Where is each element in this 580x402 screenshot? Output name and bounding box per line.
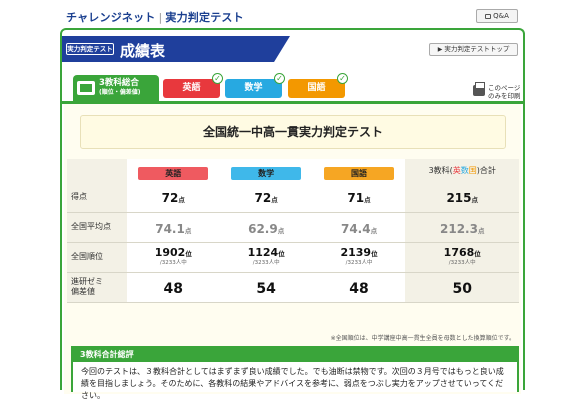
score-table: 英語 数学 国語 3教科(英数国)合計 得点 72点 72点 71点 215点 … — [67, 159, 519, 303]
math-header: 数学 — [231, 167, 302, 180]
dev-total: 50 — [452, 280, 472, 297]
main-panel: 実力判定テスト 成績表 ▶ 実力判定テストトップ 3教科総合 (順位・偏差値) 英… — [60, 28, 525, 400]
avg-total: 212.3 — [440, 221, 478, 236]
dev-english: 48 — [163, 280, 184, 297]
subject-tabs: 3教科総合 (順位・偏差値) 英語 ✓ 数学 ✓ 国語 ✓ このページ のみを印刷 — [73, 73, 521, 101]
printer-icon — [473, 82, 485, 96]
check-icon: ✓ — [274, 73, 285, 84]
total-header: 3教科(英数国)合計 — [405, 159, 519, 182]
score-japanese: 71 — [347, 191, 365, 206]
arrow-right-icon: ▶ — [437, 46, 443, 53]
test-tag: 実力判定テスト — [66, 43, 114, 55]
tab-total[interactable]: 3教科総合 (順位・偏差値) — [73, 75, 159, 101]
table-row: 全国順位 1902位/3233人中 1124位/3233人中 2139位/323… — [67, 242, 519, 273]
table-row: 全国平均点 74.1点 62.9点 74.4点 212.3点 — [67, 212, 519, 243]
rank-english: 1902 — [154, 246, 186, 259]
dev-japanese: 48 — [349, 280, 369, 297]
row-label-deviation: 進研ゼミ 偏差値 — [67, 272, 127, 303]
print-button[interactable]: このページ のみを印刷 — [473, 82, 524, 101]
rank-footnote: ※全国順位は、中学講座中高一貫生全員を母数とした換算順位です。 — [330, 335, 515, 342]
chart-icon — [77, 81, 95, 95]
row-label-rank: 全国順位 — [67, 242, 127, 273]
qa-button[interactable]: Q&A — [476, 9, 518, 23]
avg-english: 74.1 — [155, 221, 185, 236]
tab-english[interactable]: 英語 ✓ — [163, 73, 223, 98]
score-math: 72 — [254, 191, 272, 206]
table-row: 得点 72点 72点 71点 215点 — [67, 182, 519, 213]
check-icon: ✓ — [337, 73, 348, 84]
rank-math: 1124 — [247, 246, 279, 259]
score-total: 215 — [446, 191, 472, 206]
row-label-average: 全国平均点 — [67, 212, 127, 243]
check-icon: ✓ — [212, 73, 223, 84]
row-label-score: 得点 — [67, 182, 127, 213]
japanese-header: 国語 — [324, 167, 395, 180]
rank-japanese: 2139 — [340, 246, 372, 259]
page-title: 成績表 — [120, 42, 166, 60]
chat-icon — [485, 14, 492, 19]
rank-total: 1768 — [443, 246, 475, 259]
score-english: 72 — [161, 191, 179, 206]
english-header: 英語 — [138, 167, 209, 180]
test-top-link[interactable]: ▶ 実力判定テストトップ — [429, 43, 518, 56]
brand-logo[interactable]: チャレンジネット | 実力判定テスト — [66, 9, 244, 25]
table-row: 進研ゼミ 偏差値 48 54 48 50 — [67, 272, 519, 303]
title-bar: 実力判定テスト 成績表 — [62, 36, 290, 62]
dev-math: 54 — [256, 280, 276, 297]
table-header-row: 英語 数学 国語 3教科(英数国)合計 — [67, 159, 519, 182]
review-box: 3教科合計総評 今回のテストは、３教科合計としてはまずまず良い成績でした。でも油… — [71, 346, 519, 400]
avg-japanese: 74.4 — [340, 221, 371, 236]
tab-japanese[interactable]: 国語 ✓ — [288, 73, 348, 98]
review-heading: 3教科合計総評 — [73, 348, 517, 362]
tab-math[interactable]: 数学 ✓ — [225, 73, 285, 98]
avg-math: 62.9 — [248, 221, 278, 236]
review-text: 今回のテストは、３教科合計としてはまずまず良い成績でした。でも油断は禁物です。次… — [81, 367, 504, 400]
test-name-banner: 全国統一中高一貫実力判定テスト — [80, 115, 506, 149]
